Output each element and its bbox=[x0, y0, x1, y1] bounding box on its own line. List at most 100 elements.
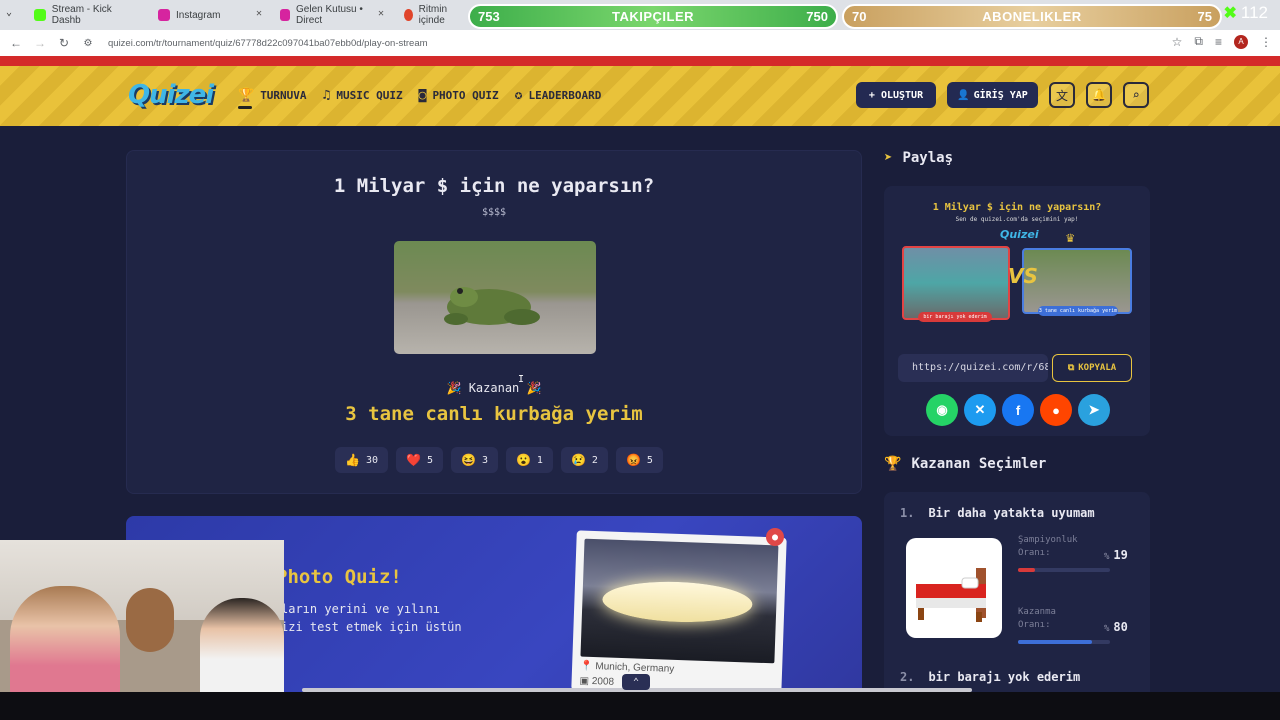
subscribers-current: 70 bbox=[852, 9, 867, 24]
angry-icon: 😡 bbox=[625, 453, 641, 467]
media-icon[interactable]: ≡ bbox=[1215, 35, 1222, 49]
nav-label: PHOTO QUIZ bbox=[432, 89, 499, 102]
instagram-icon bbox=[158, 9, 170, 21]
scroll-up-button[interactable]: ⌃ bbox=[622, 674, 650, 690]
wow-icon: 😮 bbox=[515, 453, 531, 467]
menu-icon[interactable]: ⋮ bbox=[1260, 35, 1272, 49]
reaction-count: 5 bbox=[646, 454, 653, 466]
language-icon[interactable]: 文 bbox=[1049, 82, 1075, 108]
login-label: GİRİŞ YAP bbox=[973, 89, 1028, 101]
extensions-icon[interactable]: ⧉ bbox=[1194, 34, 1203, 49]
reddit-icon[interactable]: ● bbox=[1040, 394, 1072, 426]
site-info-icon[interactable]: ⚙ bbox=[76, 38, 100, 49]
caption-year: 2008 bbox=[591, 676, 615, 688]
preview-label-right: 3 tane canlı kurbağa yerim bbox=[1038, 306, 1118, 316]
followers-label: TAKIPÇILER bbox=[611, 9, 695, 24]
reaction-laugh-button[interactable]: 😆 3 bbox=[450, 447, 498, 473]
polaroid-photo: 📍 Munich, Germany ▣ 2008 bbox=[571, 530, 787, 692]
map-pin-icon: ● bbox=[766, 528, 784, 546]
site-logo[interactable]: Quizei bbox=[128, 80, 214, 110]
win-rate-label: Kazanma Oranı: bbox=[1018, 606, 1056, 632]
record-icon bbox=[404, 9, 413, 21]
preview-image-left bbox=[902, 246, 1010, 320]
url-text[interactable]: quizei.com/tr/tournament/quiz/67778d22c0… bbox=[108, 38, 428, 49]
browser-tab-ritmin[interactable]: Ritmin içinde bbox=[396, 4, 468, 26]
reaction-count: 3 bbox=[481, 454, 488, 466]
reaction-like-button[interactable]: 👍 30 bbox=[335, 447, 388, 473]
browser-tab-direct[interactable]: Gelen Kutusu • Direct bbox=[272, 4, 384, 26]
create-button[interactable]: + OLUŞTUR bbox=[856, 82, 936, 108]
vs-badge: VS bbox=[1008, 264, 1038, 288]
winner-item-title[interactable]: 1. Bir daha yatakta uyumam bbox=[900, 506, 1095, 520]
browser-tab-kick[interactable]: Stream - Kick Dashb bbox=[26, 4, 150, 26]
bell-icon[interactable]: 🔔 bbox=[1086, 82, 1112, 108]
label-line: Şampiyonluk bbox=[1018, 535, 1078, 545]
browser-tools: ☆ ⧉ ≡ A ⋮ bbox=[1172, 34, 1272, 49]
followers-goal: 750 bbox=[806, 9, 828, 24]
trophy-icon: 🏆 bbox=[238, 88, 255, 103]
forward-icon[interactable]: → bbox=[28, 36, 52, 50]
close-tab-icon[interactable]: ✕ bbox=[256, 8, 262, 19]
promo-text: ların yerini ve yılını bbox=[281, 602, 440, 616]
champ-rate-track bbox=[1018, 568, 1110, 572]
win-rate-value: % 80 bbox=[1104, 620, 1128, 634]
value: 19 bbox=[1113, 548, 1128, 562]
login-button[interactable]: 👤 GİRİŞ YAP bbox=[947, 82, 1038, 108]
percent-sign: % bbox=[1104, 552, 1110, 562]
subscribers-label: ABONELIKLER bbox=[982, 9, 1082, 24]
tab-title: Ritmin içinde bbox=[418, 4, 448, 26]
user-icon: 👤 bbox=[957, 89, 970, 101]
preview-image-right bbox=[1022, 248, 1132, 314]
social-share-buttons: ◉ ✕ f ● ➤ bbox=[926, 394, 1110, 426]
trophy-icon: 🏆 bbox=[884, 456, 902, 472]
value: 80 bbox=[1113, 620, 1128, 634]
winner-item-title[interactable]: 2. bir barajı yok ederim bbox=[900, 670, 1080, 684]
telegram-icon[interactable]: ➤ bbox=[1078, 394, 1110, 426]
nav-turnuva[interactable]: 🏆 TURNUVA bbox=[238, 88, 307, 109]
kick-icon bbox=[34, 9, 46, 21]
copy-button[interactable]: ⧉ KOPYALA bbox=[1052, 354, 1132, 382]
tab-title: Stream - Kick Dashb bbox=[51, 4, 112, 26]
nav-label: LEADERBOARD bbox=[528, 89, 602, 102]
frog-image bbox=[444, 287, 540, 325]
taskbar bbox=[0, 692, 1280, 720]
reaction-sad-button[interactable]: 😢 2 bbox=[560, 447, 608, 473]
back-icon[interactable]: ← bbox=[4, 36, 28, 50]
winner-name: 3 tane canlı kurbağa yerim bbox=[345, 403, 643, 425]
reaction-wow-button[interactable]: 😮 1 bbox=[505, 447, 553, 473]
laugh-icon: 😆 bbox=[460, 453, 476, 467]
winners-list: 1. Bir daha yatakta uyumam Şampiyonluk Or… bbox=[884, 492, 1150, 692]
nav-music-quiz[interactable]: ♫ MUSIC QUIZ bbox=[323, 88, 403, 103]
reaction-bar: 👍 30 ❤️ 5 😆 3 😮 1 😢 2 😡 5 bbox=[335, 447, 663, 473]
subscribers-goal-bar: 70 ABONELIKLER 75 bbox=[842, 4, 1222, 29]
label-line: Kazanma bbox=[1018, 607, 1056, 617]
reload-icon[interactable]: ↻ bbox=[52, 36, 76, 50]
winners-heading: 🏆 Kazanan Seçimler bbox=[884, 456, 1046, 472]
webcam-overlay bbox=[0, 540, 284, 700]
whatsapp-icon[interactable]: ◉ bbox=[926, 394, 958, 426]
x-icon[interactable]: ✕ bbox=[964, 394, 996, 426]
party-popper-icon: 🎉 bbox=[526, 381, 542, 395]
close-tab-icon[interactable]: ✕ bbox=[378, 8, 384, 19]
tab-search-icon[interactable]: ⌄ bbox=[6, 7, 12, 18]
nav-leaderboard[interactable]: ✪ LEADERBOARD bbox=[515, 88, 602, 103]
followers-current: 753 bbox=[478, 9, 500, 24]
nav-photo-quiz[interactable]: ◙ PHOTO QUIZ bbox=[419, 88, 499, 103]
reaction-love-button[interactable]: ❤️ 5 bbox=[396, 447, 443, 473]
viewer-counter: ✖ 112 bbox=[1223, 3, 1268, 23]
star-icon[interactable]: ☆ bbox=[1172, 35, 1183, 49]
thumbs-up-icon: 👍 bbox=[345, 453, 360, 467]
reaction-angry-button[interactable]: 😡 5 bbox=[615, 447, 663, 473]
reaction-count: 30 bbox=[365, 454, 378, 466]
tab-title: Gelen Kutusu • Direct bbox=[296, 4, 363, 26]
profile-avatar[interactable]: A bbox=[1234, 34, 1248, 49]
browser-tab-instagram[interactable]: Instagram bbox=[150, 4, 270, 26]
winner-label-text: Kazanan bbox=[468, 381, 520, 395]
address-bar: ← → ↻ ⚙ quizei.com/tr/tournament/quiz/67… bbox=[0, 30, 1280, 56]
facebook-icon[interactable]: f bbox=[1002, 394, 1034, 426]
share-link-field[interactable]: https://quizei.com/r/68c bbox=[898, 354, 1048, 382]
bed-image bbox=[906, 538, 1002, 638]
search-icon[interactable]: ⌕ bbox=[1123, 82, 1149, 108]
winner-choice: bir barajı yok ederim bbox=[928, 670, 1081, 684]
label-line: Oranı: bbox=[1018, 548, 1051, 558]
